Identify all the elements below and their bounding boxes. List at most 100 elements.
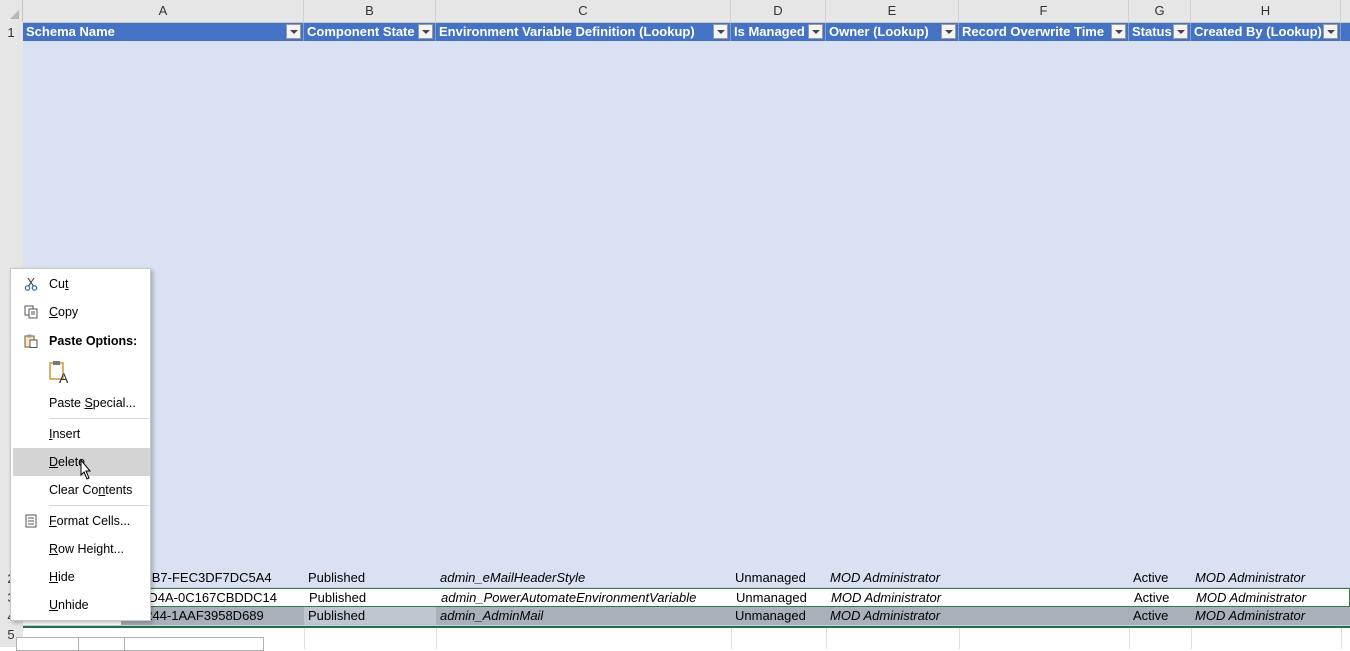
header-label: Environment Variable Definition (Lookup)	[439, 24, 695, 39]
menu-accelerator: F	[49, 514, 57, 528]
table-row-selected[interactable]: 5-A244-1AAF3958D689 Published admin_Admi…	[23, 607, 1350, 626]
cell-overwrite-time[interactable]	[959, 569, 1129, 587]
header-label: Status	[1132, 24, 1172, 39]
menu-item-insert[interactable]: Insert	[11, 420, 150, 448]
cell-created-by[interactable]: MOD Administrator	[1191, 569, 1341, 587]
cell-is-managed[interactable]: Unmanaged	[731, 607, 826, 625]
mouse-pointer-icon	[80, 458, 92, 480]
cell-owner[interactable]: MOD Administrator	[826, 569, 959, 587]
header-cell[interactable]: Is Managed	[731, 23, 826, 41]
menu-item-row-height[interactable]: Row Height...	[11, 535, 150, 563]
header-label: Schema Name	[26, 24, 115, 39]
filter-dropdown-icon[interactable]	[418, 24, 433, 39]
cell-is-managed[interactable]: Unmanaged	[731, 569, 826, 587]
cell-created-by[interactable]: MOD Administrator	[1191, 607, 1341, 625]
cell-env-variable[interactable]: admin_AdminMail	[436, 607, 731, 625]
header-label: Owner (Lookup)	[829, 24, 929, 39]
context-menu: Cut Copy Paste Options: A Paste Special.…	[10, 268, 151, 621]
filter-dropdown-icon[interactable]	[713, 24, 728, 39]
sheet-tab-bar	[12, 637, 282, 651]
menu-accelerator: D	[49, 455, 59, 469]
cell-status[interactable]: Active	[1129, 569, 1191, 587]
column-header-h[interactable]: H	[1191, 0, 1341, 22]
cell-overwrite-time[interactable]	[959, 607, 1129, 625]
header-label: Record Overwrite Time	[962, 24, 1105, 39]
format-cells-icon	[25, 514, 37, 528]
menu-label: nsert	[52, 427, 81, 441]
menu-accelerator: C	[49, 305, 59, 319]
menu-label: ide	[58, 570, 75, 584]
cell-status[interactable]: Active	[1129, 607, 1191, 625]
scissors-icon	[24, 277, 38, 291]
menu-item-copy[interactable]: Copy	[11, 298, 150, 326]
sheet-tab[interactable]	[78, 637, 128, 651]
header-cell[interactable]: Component State	[304, 23, 436, 41]
table-row[interactable]: D-BD4A-0C167CBDDC14 Published admin_Powe…	[23, 588, 1350, 607]
column-header-e[interactable]: E	[826, 0, 959, 22]
sheet-tab-active[interactable]	[124, 637, 264, 651]
copy-icon	[24, 305, 38, 319]
menu-accelerator: R	[49, 542, 59, 556]
menu-label: ow Height...	[58, 542, 125, 556]
cell-component-state[interactable]: Published	[304, 569, 436, 587]
filter-dropdown-icon[interactable]	[1323, 24, 1338, 39]
menu-item-cut[interactable]: Cut	[11, 270, 150, 298]
table-row[interactable]: F-83B7-FEC3DF7DC5A4 Published admin_eMai…	[23, 569, 1350, 588]
header-cell[interactable]: Record Overwrite Time	[959, 23, 1129, 41]
svg-text:A: A	[59, 370, 69, 384]
clipboard-icon	[24, 334, 38, 348]
header-label: Component State	[307, 24, 415, 39]
cell-created-by[interactable]: MOD Administrator	[1192, 589, 1342, 607]
menu-item-paste-special[interactable]: Paste Special...	[11, 389, 150, 417]
menu-item-format-cells[interactable]: Format Cells...	[11, 507, 150, 535]
sheet-tab[interactable]	[16, 637, 82, 651]
menu-label: opy	[58, 305, 79, 319]
menu-separator	[49, 505, 149, 506]
header-cell[interactable]: Created By (Lookup)	[1191, 23, 1341, 41]
row-header-1[interactable]: 1	[0, 25, 22, 40]
menu-label: Cu	[49, 277, 65, 291]
table-row-tall[interactable]	[23, 41, 1350, 569]
filter-dropdown-icon[interactable]	[286, 24, 301, 39]
column-header-c[interactable]: C	[436, 0, 731, 22]
filter-dropdown-icon[interactable]	[941, 24, 956, 39]
select-all-corner[interactable]	[0, 0, 23, 22]
paste-keep-text-icon[interactable]: A	[49, 360, 71, 384]
header-label: Is Managed	[734, 24, 805, 39]
filter-dropdown-icon[interactable]	[808, 24, 823, 39]
filter-dropdown-icon[interactable]	[1173, 24, 1188, 39]
menu-separator	[49, 418, 149, 419]
menu-label: tents	[105, 483, 133, 497]
column-header-bar: A B C D E F G H	[0, 0, 1350, 23]
cell-component-state[interactable]: Published	[305, 589, 437, 607]
header-cell[interactable]: Owner (Lookup)	[826, 23, 959, 41]
menu-accelerator: t	[64, 277, 69, 291]
menu-item-unhide[interactable]: Unhide	[11, 591, 150, 619]
header-label: Created By (Lookup)	[1194, 24, 1322, 39]
menu-label: Paste Options:	[49, 334, 138, 348]
menu-label: pecial...	[92, 396, 136, 410]
column-header-f[interactable]: F	[959, 0, 1129, 22]
cell-env-variable[interactable]: admin_eMailHeaderStyle	[436, 569, 731, 587]
cell-is-managed[interactable]: Unmanaged	[732, 589, 827, 607]
menu-label: Paste	[49, 396, 85, 410]
cell-owner[interactable]: MOD Administrator	[827, 589, 960, 607]
column-header-b[interactable]: B	[304, 0, 436, 22]
cell-overwrite-time[interactable]	[960, 589, 1130, 607]
header-cell[interactable]: Environment Variable Definition (Lookup)	[436, 23, 731, 41]
header-cell[interactable]: Schema Name	[23, 23, 304, 41]
menu-label: ormat Cells...	[56, 514, 131, 528]
menu-item-hide[interactable]: Hide	[11, 563, 150, 591]
menu-label: nhide	[58, 598, 89, 612]
cell-component-state[interactable]: Published	[304, 607, 436, 625]
cell-owner[interactable]: MOD Administrator	[826, 607, 959, 625]
filter-dropdown-icon[interactable]	[1111, 24, 1126, 39]
menu-accelerator: S	[84, 396, 93, 410]
cell-status[interactable]: Active	[1130, 589, 1192, 607]
cell-env-variable[interactable]: admin_PowerAutomateEnvironmentVariable	[437, 589, 732, 607]
column-header-d[interactable]: D	[731, 0, 826, 22]
header-cell[interactable]: Status	[1129, 23, 1191, 41]
column-header-g[interactable]: G	[1129, 0, 1191, 22]
column-header-a[interactable]: A	[23, 0, 304, 22]
menu-heading-paste-options: Paste Options:	[11, 327, 150, 355]
